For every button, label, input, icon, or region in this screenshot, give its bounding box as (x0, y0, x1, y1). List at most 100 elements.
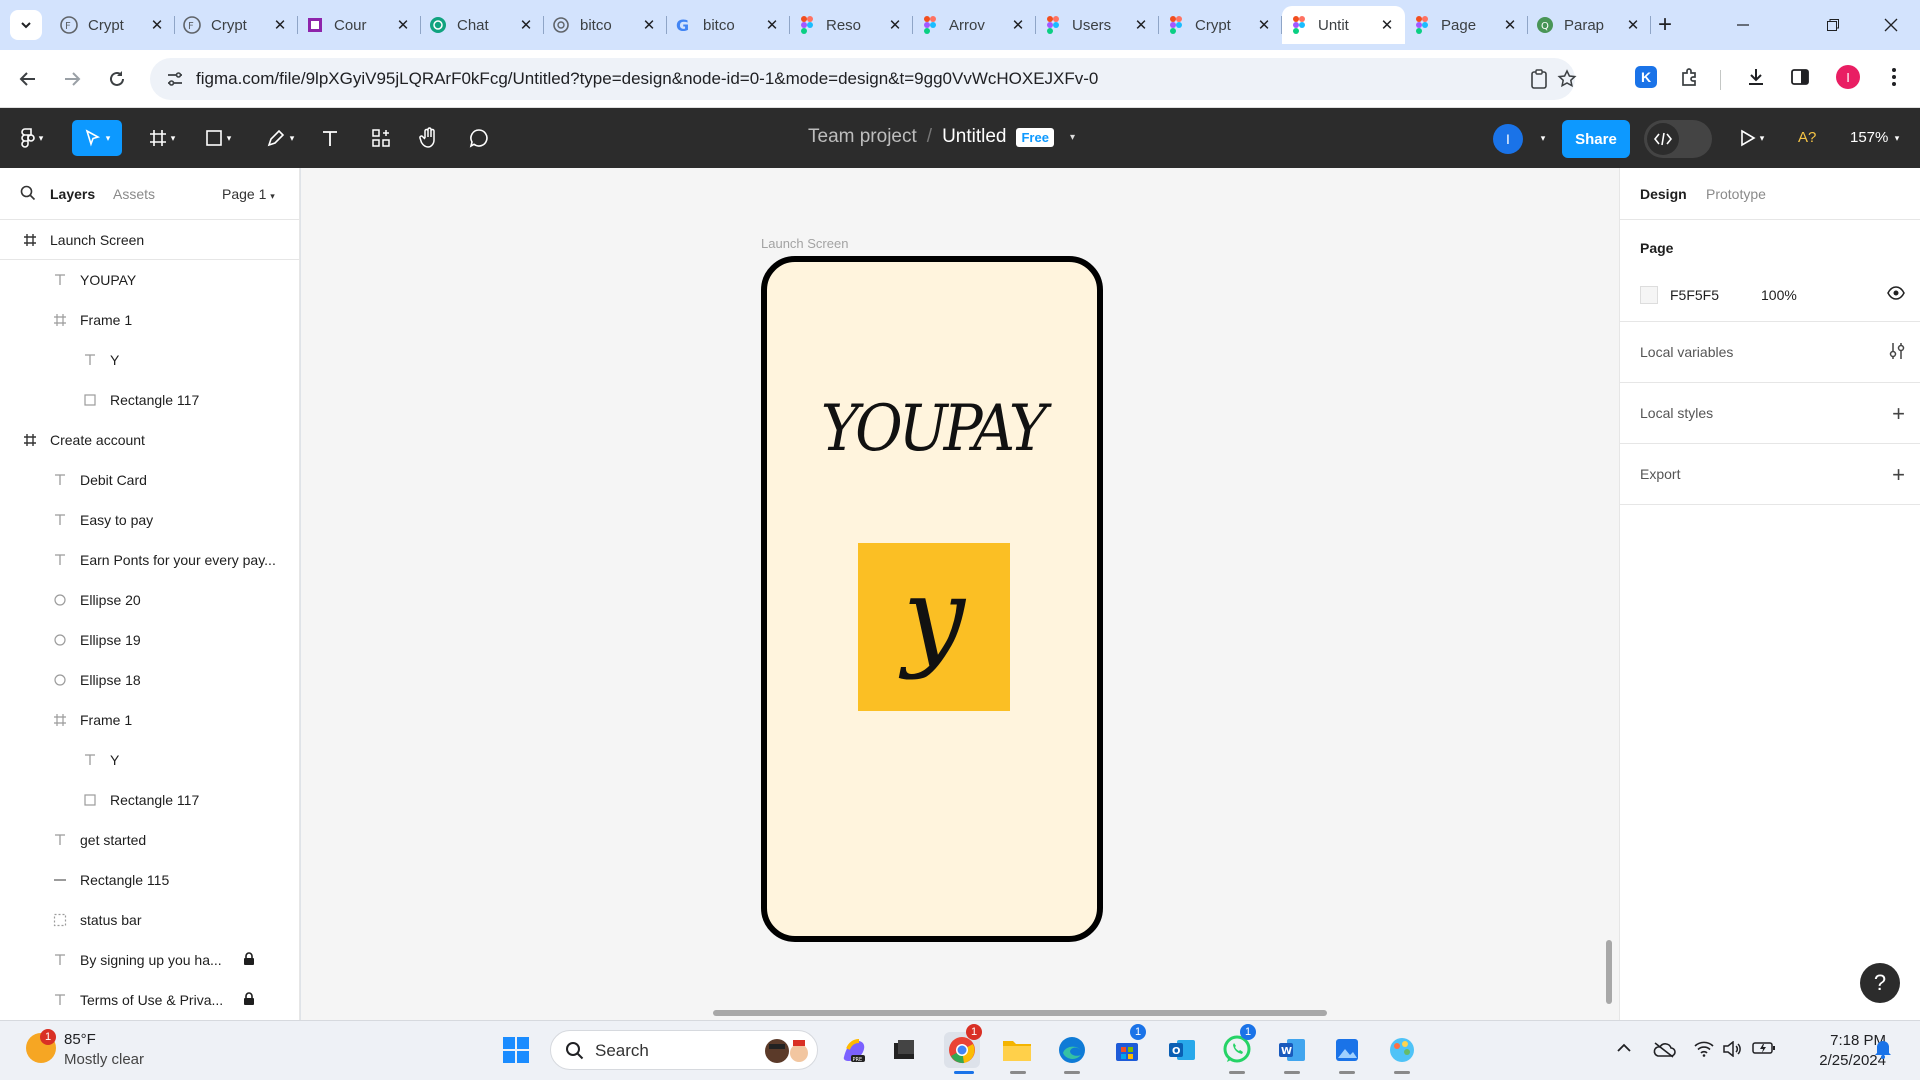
file-name[interactable]: Untitled (942, 126, 1006, 148)
help-button[interactable]: ? (1860, 963, 1900, 1003)
browser-tab[interactable]: Crypt ✕ (1159, 6, 1282, 44)
chevron-up-icon[interactable] (1616, 1041, 1632, 1059)
layer-row[interactable]: Rectangle 117 (0, 780, 299, 820)
close-tab-icon[interactable]: ✕ (764, 17, 780, 34)
task-view-icon[interactable] (886, 1032, 922, 1068)
file-title-area[interactable]: Team project / Untitled Free ▾ (808, 126, 1075, 148)
outlook-app-icon[interactable]: O (1164, 1032, 1200, 1068)
design-canvas[interactable]: Launch Screen YOUPAY y (301, 168, 1619, 1020)
battery-charging-icon[interactable] (1752, 1041, 1776, 1060)
close-tab-icon[interactable]: ✕ (1379, 17, 1395, 34)
browser-tab[interactable]: bitco ✕ (544, 6, 667, 44)
local-variables-section[interactable]: Local variables (1620, 322, 1920, 383)
profile-avatar[interactable]: I (1834, 63, 1862, 91)
layer-row[interactable]: YOUPAY (0, 260, 299, 300)
multiplayer-chevron-icon[interactable]: ▾ (1536, 120, 1550, 156)
layer-row[interactable]: Rectangle 115 (0, 860, 299, 900)
tab-design[interactable]: Design (1640, 186, 1687, 202)
extension-k-icon[interactable]: K (1632, 63, 1660, 91)
file-explorer-icon[interactable] (999, 1032, 1035, 1068)
clipboard-icon[interactable] (1528, 68, 1550, 90)
export-label[interactable]: Export (1640, 466, 1680, 482)
zoom-chevron-icon[interactable]: ▾ (1890, 120, 1904, 156)
weather-temperature[interactable]: 85°F (64, 1031, 96, 1048)
new-tab-button[interactable]: + (1652, 11, 1678, 38)
search-icon[interactable] (20, 185, 36, 204)
local-styles-label[interactable]: Local styles (1640, 405, 1713, 421)
text-tool-button[interactable] (314, 120, 346, 156)
lock-icon[interactable] (243, 992, 255, 1009)
chevron-down-icon[interactable]: ▾ (1070, 132, 1075, 143)
notification-bell-icon[interactable] (1874, 1039, 1892, 1064)
youpay-logo-text[interactable]: YOUPAY (767, 391, 1097, 466)
browser-tab[interactable]: Page ✕ (1405, 6, 1528, 44)
close-tab-icon[interactable]: ✕ (149, 17, 165, 34)
paint-app-icon[interactable] (1384, 1032, 1420, 1068)
close-tab-icon[interactable]: ✕ (518, 17, 534, 34)
browser-tab[interactable]: Arrov ✕ (913, 6, 1036, 44)
clock-date[interactable]: 2/25/2024 (1796, 1052, 1886, 1069)
browser-tab[interactable]: Q Parap ✕ (1528, 6, 1651, 44)
back-button[interactable] (12, 63, 44, 95)
layer-row[interactable]: Frame 1 (0, 300, 299, 340)
sliders-icon[interactable] (1889, 342, 1905, 365)
share-button[interactable]: Share (1562, 120, 1630, 158)
close-tab-icon[interactable]: ✕ (1133, 17, 1149, 34)
edge-app-icon[interactable] (1054, 1032, 1090, 1068)
close-tab-icon[interactable]: ✕ (641, 17, 657, 34)
close-tab-icon[interactable]: ✕ (272, 17, 288, 34)
tab-prototype[interactable]: Prototype (1706, 186, 1766, 202)
browser-tab[interactable]: Chat ✕ (421, 6, 544, 44)
launch-screen-frame[interactable]: YOUPAY y (761, 256, 1103, 942)
browser-tab[interactable]: Reso ✕ (790, 6, 913, 44)
layer-row[interactable]: Debit Card (0, 460, 299, 500)
restore-button[interactable] (1804, 0, 1862, 50)
browser-tab[interactable]: Users ✕ (1036, 6, 1159, 44)
layer-row[interactable]: Y (0, 340, 299, 380)
close-tab-icon[interactable]: ✕ (1502, 17, 1518, 34)
frame-tool-button[interactable]: ▾ (140, 120, 184, 156)
user-avatar[interactable]: I (1493, 124, 1523, 154)
url-bar[interactable]: figma.com/file/9lpXGyiV95jLQRArF0kFcg/Un… (150, 58, 1577, 100)
browser-tab-active[interactable]: Untit ✕ (1282, 6, 1405, 44)
extensions-puzzle-icon[interactable] (1676, 63, 1704, 91)
clock-time[interactable]: 7:18 PM (1796, 1032, 1886, 1049)
page-selector[interactable]: Page 1 ▾ (222, 186, 275, 202)
layer-row[interactable]: By signing up you ha... (0, 940, 299, 980)
url-text[interactable]: figma.com/file/9lpXGyiV95jLQRArF0kFcg/Un… (196, 69, 1098, 89)
present-button[interactable]: ▾ (1732, 120, 1772, 156)
word-app-icon[interactable]: W (1274, 1032, 1310, 1068)
layer-row[interactable]: Easy to pay (0, 500, 299, 540)
lock-icon[interactable] (243, 952, 255, 969)
ai-assist-label[interactable]: A? (1798, 129, 1816, 146)
browser-tab[interactable]: F Crypt ✕ (175, 6, 298, 44)
wifi-icon[interactable] (1694, 1041, 1714, 1062)
layer-row[interactable]: Create account (0, 420, 299, 460)
export-section[interactable]: Export + (1620, 444, 1920, 505)
minimize-button[interactable] (1714, 0, 1772, 50)
move-tool-button[interactable]: ▾ (72, 120, 122, 156)
eye-icon[interactable] (1887, 284, 1905, 305)
photos-app-icon[interactable] (1329, 1032, 1365, 1068)
shape-tool-button[interactable]: ▾ (196, 120, 240, 156)
plus-icon[interactable]: + (1892, 462, 1905, 488)
start-button[interactable] (498, 1032, 534, 1068)
page-color-swatch[interactable] (1640, 286, 1658, 304)
resources-button[interactable] (364, 120, 398, 156)
layer-row[interactable]: get started (0, 820, 299, 860)
plus-icon[interactable]: + (1892, 401, 1905, 427)
local-styles-section[interactable]: Local styles + (1620, 383, 1920, 444)
tab-search-button[interactable] (10, 10, 42, 40)
pen-tool-button[interactable]: ▾ (258, 120, 302, 156)
comment-tool-button[interactable] (462, 120, 496, 156)
hand-tool-button[interactable] (412, 120, 446, 156)
layer-row[interactable]: Ellipse 18 (0, 660, 299, 700)
onedrive-offline-icon[interactable] (1652, 1041, 1676, 1064)
local-variables-label[interactable]: Local variables (1640, 344, 1733, 360)
page-opacity-value[interactable]: 100% (1761, 287, 1797, 303)
layer-row[interactable]: Ellipse 20 (0, 580, 299, 620)
close-tab-icon[interactable]: ✕ (887, 17, 903, 34)
side-panel-icon[interactable] (1786, 63, 1814, 91)
close-tab-icon[interactable]: ✕ (395, 17, 411, 34)
layer-row[interactable]: Ellipse 19 (0, 620, 299, 660)
